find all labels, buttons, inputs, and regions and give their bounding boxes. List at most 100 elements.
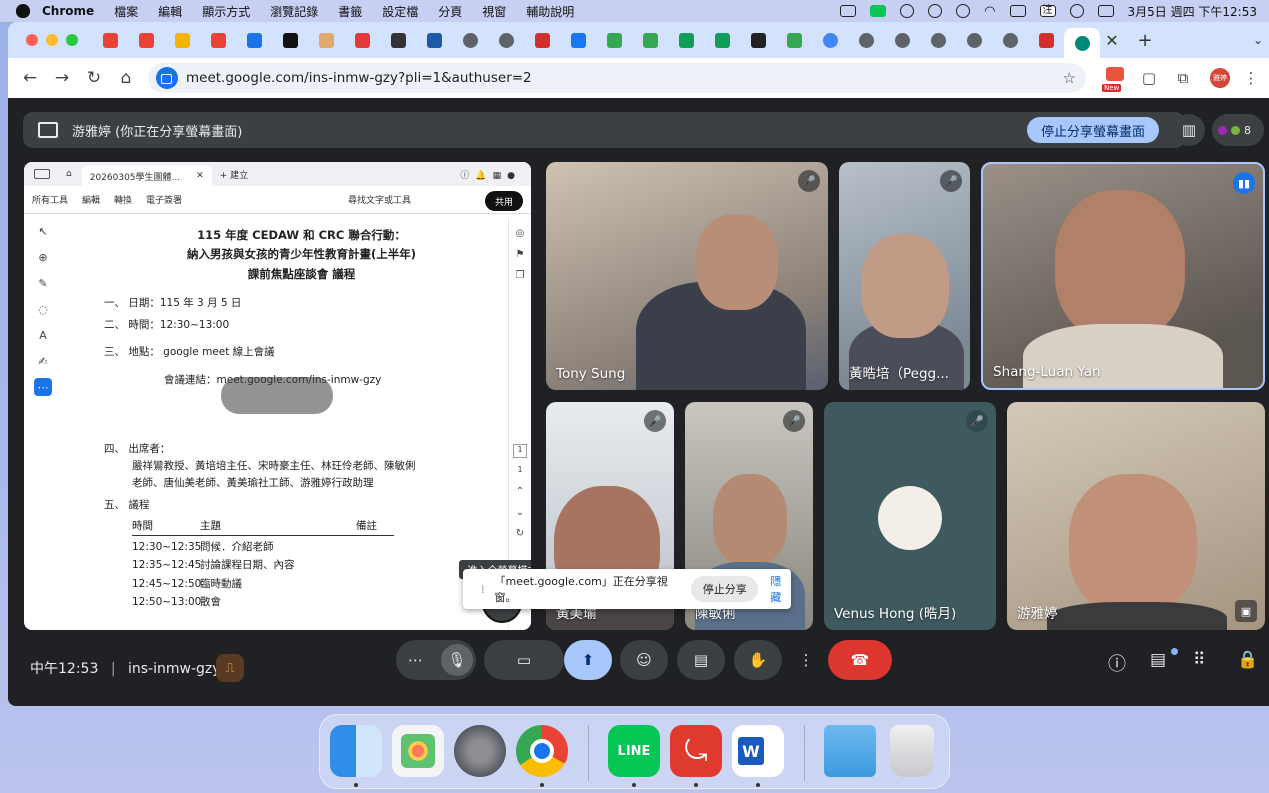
browser-tab[interactable] xyxy=(236,27,272,53)
pdf-header-icons[interactable]: ⓘ🔔▦● xyxy=(460,168,521,181)
wifi-icon[interactable]: ◠ xyxy=(984,4,995,19)
browser-tab[interactable] xyxy=(1028,27,1064,53)
control-center-icon[interactable] xyxy=(1097,5,1114,17)
downloads-folder-icon[interactable] xyxy=(824,725,876,777)
menu-item-edit[interactable]: 編輯 xyxy=(158,3,182,20)
fill-sign-tool-icon[interactable]: ✍ xyxy=(34,352,52,370)
more-tools-icon[interactable]: ⋯ xyxy=(34,378,52,396)
word-icon[interactable]: W xyxy=(732,725,784,777)
menu-item-window[interactable]: 視窗 xyxy=(482,3,506,20)
menu-item-help[interactable]: 輔助說明 xyxy=(526,3,574,20)
participant-tile[interactable]: 🎤 Tony Sung xyxy=(546,162,828,390)
browser-tab[interactable] xyxy=(884,27,920,53)
address-url[interactable]: meet.google.com/ins-inmw-gzy?pli=1&authu… xyxy=(186,70,532,86)
pdf-new-tab[interactable]: + 建立 xyxy=(220,168,248,181)
menu-app-name[interactable]: Chrome xyxy=(42,4,94,18)
leave-call-button[interactable]: ☎ xyxy=(828,640,892,680)
browser-tab[interactable] xyxy=(992,27,1028,53)
select-tool-icon[interactable]: ↖ xyxy=(34,222,52,240)
menu-item-history[interactable]: 瀏覽記錄 xyxy=(270,3,318,20)
tab-search-icon[interactable]: ⌄ xyxy=(1253,33,1263,47)
pen-tool-icon[interactable]: ✎ xyxy=(34,274,52,292)
browser-tab[interactable] xyxy=(704,27,740,53)
sidebar-toggle-icon[interactable] xyxy=(34,169,50,179)
activities-icon[interactable]: ⠿ xyxy=(1193,650,1205,670)
drag-handle-icon[interactable]: ⁞ xyxy=(481,583,485,596)
lasso-tool-icon[interactable]: ◌ xyxy=(34,300,52,318)
page-down-icon[interactable]: ⌄ xyxy=(513,507,527,521)
extension-chat-icon[interactable]: ▢ xyxy=(1138,67,1160,89)
system-settings-icon[interactable] xyxy=(454,725,506,777)
text-tool-icon[interactable]: A xyxy=(34,326,52,344)
browser-tab[interactable] xyxy=(740,27,776,53)
captions-button[interactable]: ▤ xyxy=(677,640,725,680)
companion-door-icon[interactable]: ⎍ xyxy=(216,654,244,682)
screen-share-status-icon[interactable] xyxy=(840,5,857,17)
browser-tab[interactable] xyxy=(632,27,668,53)
participant-tile-speaking[interactable]: ▮▮ Shang-Luan Yan xyxy=(981,162,1265,390)
participant-tile[interactable]: 🎤 Venus Hong (晧月) xyxy=(824,402,996,630)
pdf-menu-convert[interactable]: 轉換 xyxy=(114,193,132,206)
bookmark-panel-icon[interactable]: ⚑ xyxy=(513,249,527,263)
trash-icon[interactable] xyxy=(890,725,934,777)
minimize-window-icon[interactable] xyxy=(46,34,58,46)
line-icon[interactable]: LINE xyxy=(608,725,660,777)
zoom-window-icon[interactable] xyxy=(66,34,78,46)
browser-tab[interactable] xyxy=(848,27,884,53)
chat-icon[interactable]: ▤ xyxy=(1150,650,1166,670)
shared-pdf-window[interactable]: ⌂ 20260305學生團體... ✕ + 建立 ⓘ🔔▦● 所有工具 編輯 轉換 … xyxy=(24,162,531,630)
browser-tab[interactable] xyxy=(308,27,344,53)
meeting-info-icon[interactable]: ⓘ xyxy=(1108,650,1126,676)
menu-item-file[interactable]: 檔案 xyxy=(114,3,138,20)
menu-item-profiles[interactable]: 設定檔 xyxy=(382,3,418,20)
browser-tab[interactable] xyxy=(560,27,596,53)
browser-menu-icon[interactable]: ⋮ xyxy=(1240,67,1262,89)
more-audio-options-button[interactable]: ⋯ 🎙 xyxy=(396,640,476,680)
pdf-share-button[interactable]: 共用 xyxy=(485,191,523,211)
more-options-button[interactable]: ⋮ xyxy=(791,640,821,680)
page-number-box[interactable]: 1 xyxy=(513,444,527,458)
browser-tab[interactable] xyxy=(272,27,308,53)
browser-tab[interactable] xyxy=(776,27,812,53)
stop-sharing-button[interactable]: 停止分享 xyxy=(691,576,759,602)
bookmark-star-icon[interactable]: ☆ xyxy=(1063,69,1076,87)
browser-tab[interactable] xyxy=(488,27,524,53)
host-controls-icon[interactable]: 🔒 xyxy=(1237,650,1258,670)
acrobat-icon[interactable]: ⤿ xyxy=(670,725,722,777)
page-up-icon[interactable]: ⌃ xyxy=(513,486,527,500)
browser-tab[interactable] xyxy=(92,27,128,53)
stop-presenting-button[interactable]: 停止分享螢幕畫面 xyxy=(1027,117,1159,143)
pdf-close-tab-icon[interactable]: ✕ xyxy=(196,171,204,181)
browser-tab[interactable] xyxy=(416,27,452,53)
browser-tab[interactable] xyxy=(452,27,488,53)
pdf-doc-tab[interactable]: 20260305學生團體... ✕ xyxy=(81,166,212,186)
pdf-search[interactable]: 尋找文字或工具 xyxy=(348,193,411,206)
hide-notification-link[interactable]: 隱藏 xyxy=(770,573,791,605)
browser-tab[interactable] xyxy=(128,27,164,53)
launchpad-icon[interactable] xyxy=(392,725,444,777)
close-tab-icon[interactable]: ✕ xyxy=(1102,31,1122,50)
browser-tab[interactable] xyxy=(380,27,416,53)
chrome-icon[interactable] xyxy=(516,725,568,777)
ai-assistant-icon[interactable]: ◎ xyxy=(513,228,527,242)
back-icon[interactable]: ← xyxy=(14,62,46,94)
spotlight-icon[interactable] xyxy=(1069,4,1084,18)
home-icon[interactable]: ⌂ xyxy=(110,62,142,94)
menubar-clock[interactable]: 3月5日 週四 下午12:53 xyxy=(1128,3,1257,20)
pages-panel-icon[interactable]: ❐ xyxy=(513,270,527,284)
menu-item-tab[interactable]: 分頁 xyxy=(438,3,462,20)
browser-tab[interactable] xyxy=(812,27,848,53)
line-status-icon[interactable] xyxy=(870,5,887,17)
new-tab-icon[interactable]: + xyxy=(1134,30,1156,51)
pdf-menu-all-tools[interactable]: 所有工具 xyxy=(32,193,68,206)
participant-tile[interactable]: 🎤 黃晧培（Pegg... xyxy=(839,162,970,390)
participant-tile-self[interactable]: ▣ 游雅婷 xyxy=(1007,402,1265,630)
input-method-icon[interactable]: 注 xyxy=(1039,5,1056,17)
browser-tab[interactable] xyxy=(164,27,200,53)
apple-icon[interactable] xyxy=(16,4,30,18)
browser-tab[interactable] xyxy=(1064,28,1100,58)
camera-button[interactable]: ▭ xyxy=(484,640,564,680)
present-button[interactable]: ⬆ xyxy=(564,640,612,680)
pip-icon[interactable]: ▣ xyxy=(1235,600,1257,622)
refresh-icon[interactable]: ↻ xyxy=(513,528,527,542)
